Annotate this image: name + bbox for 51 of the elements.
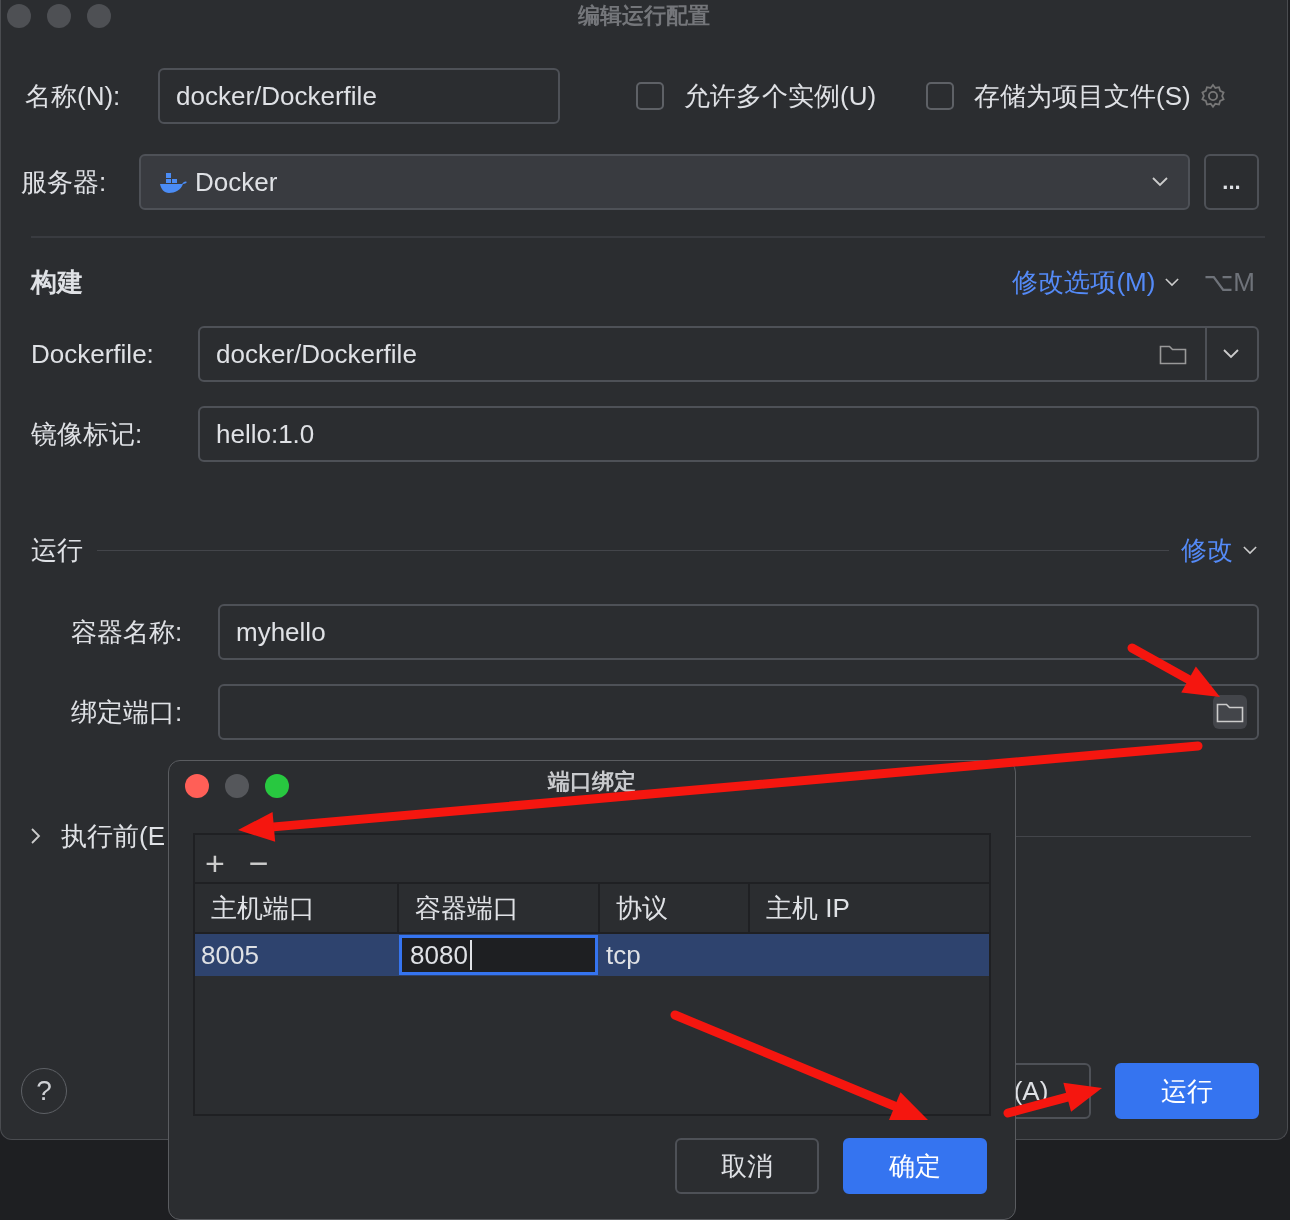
chevron-down-icon xyxy=(1243,545,1257,555)
window-title: 端口绑定 xyxy=(548,768,636,796)
table-row[interactable]: 8005 8080 tcp xyxy=(195,934,989,976)
column-header[interactable]: 主机 IP xyxy=(750,884,989,932)
chevron-down-icon[interactable] xyxy=(1223,349,1239,359)
shortcut-hint: ⌥M xyxy=(1203,266,1255,298)
section-title: 运行 xyxy=(31,533,83,567)
checkbox-label: 存储为项目文件(S) xyxy=(974,79,1191,113)
cancel-button[interactable]: 取消 xyxy=(675,1138,819,1194)
server-dropdown[interactable]: Docker xyxy=(139,154,1190,210)
field-label: Dockerfile: xyxy=(31,338,155,370)
close-button[interactable] xyxy=(185,774,209,798)
text-field[interactable]: hello:1.0 xyxy=(198,406,1259,462)
table-cell-text: 8005 xyxy=(200,938,260,972)
column-header[interactable]: 主机端口 xyxy=(195,884,399,932)
name-field[interactable]: docker/Dockerfile xyxy=(158,68,560,124)
modify-link[interactable]: 修改 xyxy=(1181,532,1233,568)
whale-icon xyxy=(159,170,187,194)
column-header[interactable]: 协议 xyxy=(600,884,750,932)
field-label: 绑定端口: xyxy=(71,695,184,729)
modify-options-link[interactable]: 修改选项(M) xyxy=(1012,264,1156,300)
text-field[interactable]: myhello xyxy=(218,604,1259,660)
file-field[interactable]: docker/Dockerfile xyxy=(198,326,1259,382)
browse-button[interactable] xyxy=(1213,695,1247,729)
section-title: 执行前(E xyxy=(61,819,165,853)
run-button[interactable]: 运行 xyxy=(1115,1063,1259,1119)
checkbox[interactable] xyxy=(926,82,955,110)
zoom-button[interactable] xyxy=(265,774,289,798)
port-field[interactable] xyxy=(218,684,1259,740)
table-cell-text: tcp xyxy=(605,938,642,972)
ok-button[interactable]: 确定 xyxy=(843,1138,987,1194)
chevron-right-icon[interactable] xyxy=(31,828,41,844)
minimize-button[interactable] xyxy=(47,4,71,28)
chevron-down-icon xyxy=(1165,277,1180,287)
section-title: 构建 xyxy=(31,265,83,299)
checkbox-label: 允许多个实例(U) xyxy=(684,79,877,113)
remove-button[interactable]: − xyxy=(248,850,269,875)
more-button[interactable]: ... xyxy=(1204,154,1259,210)
window-title: 编辑运行配置 xyxy=(578,2,710,30)
chevron-down-icon xyxy=(1152,177,1168,187)
folder-icon[interactable] xyxy=(1159,343,1187,365)
column-header[interactable]: 容器端口 xyxy=(399,884,600,932)
settings-icon[interactable] xyxy=(1198,82,1227,110)
checkbox[interactable] xyxy=(636,82,664,110)
cell-editor[interactable]: 8080 xyxy=(399,935,598,975)
add-button[interactable]: + xyxy=(205,850,225,875)
server-label: 服务器: xyxy=(21,165,108,199)
field-label: 容器名称: xyxy=(71,615,184,649)
name-label: 名称(N): xyxy=(25,79,122,113)
minimize-button[interactable] xyxy=(225,774,249,798)
field-label: 镜像标记: xyxy=(31,417,144,451)
